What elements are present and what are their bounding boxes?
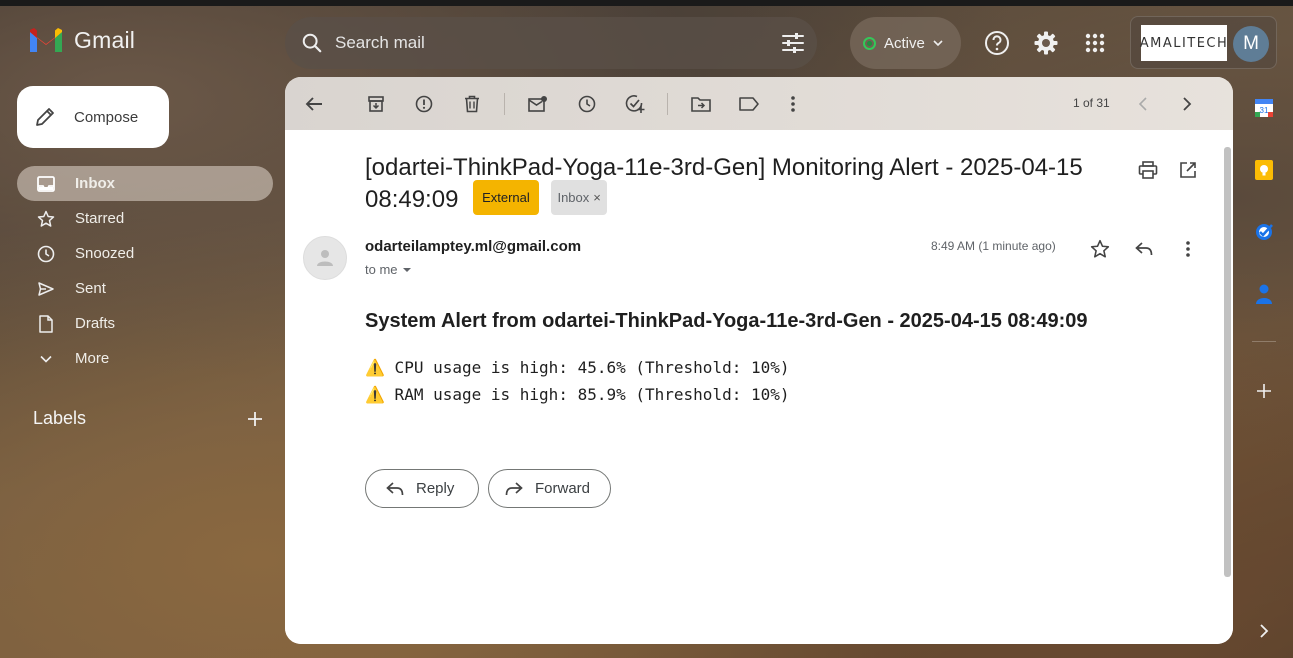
remove-label-icon[interactable]: × [593,190,601,205]
reply-icon [386,481,404,495]
status-selector[interactable]: Active [850,17,961,69]
sidebar-item-label: Inbox [75,175,115,192]
toolbar-divider [504,93,505,115]
recipient-details[interactable]: to me [365,262,412,277]
avatar[interactable]: M [1233,26,1269,62]
more-vert-icon[interactable] [1175,236,1201,262]
archive-icon[interactable] [363,91,389,117]
reply-icon[interactable] [1131,236,1157,262]
add-to-tasks-icon[interactable] [622,91,648,117]
search-options-icon[interactable] [769,32,817,54]
ram-alert-line: ⚠️ RAM usage is high: 85.9% (Threshold: … [365,385,790,404]
status-label: Active [884,34,925,52]
star-icon [37,210,55,228]
external-badge: External [473,180,539,215]
status-dot-icon [863,36,876,50]
alert-title: System Alert from odartei-ThinkPad-Yoga-… [365,310,1088,332]
sidebar-item-drafts[interactable]: Drafts [17,306,273,341]
draft-icon [37,314,55,333]
search-icon[interactable] [301,32,323,54]
scrollbar-thumb[interactable] [1224,147,1231,577]
sidebar-item-label: Sent [75,280,106,297]
tasks-icon[interactable] [1250,218,1278,246]
reply-label: Reply [416,480,455,497]
compose-label: Compose [74,108,139,126]
pencil-icon [36,108,54,126]
account-switcher[interactable]: AMALITECH M [1130,16,1277,69]
newer-chevron-icon[interactable] [1130,91,1156,117]
inbox-label-chip[interactable]: Inbox × [551,180,607,215]
add-label-icon[interactable] [247,411,263,427]
sidebar-nav: Inbox Starred Snoozed Sent Drafts More [17,166,273,376]
org-logo: AMALITECH [1140,25,1227,61]
pagination-count: 1 of 31 [1073,96,1110,110]
toolbar-divider [667,93,668,115]
search-bar[interactable] [285,17,817,69]
message-panel: 1 of 31 [odartei-ThinkPad-Yoga-11e-3rd-G… [285,77,1233,644]
open-new-window-icon[interactable] [1176,158,1200,182]
keep-notes-icon[interactable] [1250,156,1278,184]
label-tag-icon[interactable] [736,91,762,117]
cpu-alert-line: ⚠️ CPU usage is high: 45.6% (Threshold: … [365,358,790,377]
labels-section: Labels [33,408,263,429]
forward-icon [505,481,523,495]
star-icon[interactable] [1087,236,1113,262]
sidebar-item-label: More [75,350,110,367]
side-panel-divider [1252,341,1276,342]
forward-button[interactable]: Forward [488,469,611,508]
scrollbar[interactable] [1223,147,1232,577]
sidebar-item-inbox[interactable]: Inbox [17,166,273,201]
sidebar-item-snoozed[interactable]: Snoozed [17,236,273,271]
chevron-down-icon [933,40,943,47]
gmail-m-icon [30,28,62,52]
message-toolbar: 1 of 31 [285,77,1233,130]
window-top-strip [0,0,1293,6]
forward-label: Forward [535,480,591,497]
older-chevron-icon[interactable] [1174,91,1200,117]
send-icon [37,281,55,297]
person-icon [317,250,333,266]
sender-email[interactable]: odarteilamptey.ml@gmail.com [365,238,581,255]
report-spam-icon[interactable] [411,91,437,117]
move-to-icon[interactable] [688,91,714,117]
email-timestamp: 8:49 AM (1 minute ago) [931,239,1056,253]
search-input[interactable] [335,33,769,53]
labels-heading: Labels [33,408,87,428]
snooze-clock-icon[interactable] [574,91,600,117]
delete-icon[interactable] [459,91,485,117]
back-arrow-icon[interactable] [301,91,327,117]
svg-text:31: 31 [1260,106,1269,115]
help-icon[interactable] [980,26,1014,60]
gmail-logo[interactable]: Gmail [28,26,135,54]
compose-button[interactable]: Compose [17,86,169,148]
reply-button[interactable]: Reply [365,469,479,508]
inbox-label-text: Inbox [557,190,590,205]
contacts-icon[interactable] [1250,280,1278,308]
message-content: [odartei-ThinkPad-Yoga-11e-3rd-Gen] Moni… [285,130,1233,644]
sidebar-item-label: Drafts [75,315,116,332]
recipient-label: to me [365,262,398,277]
sidebar-item-sent[interactable]: Sent [17,271,273,306]
inbox-icon [37,175,55,192]
print-icon[interactable] [1136,158,1160,182]
email-subject: [odartei-ThinkPad-Yoga-11e-3rd-Gen] Moni… [365,152,1125,218]
chevron-down-icon [37,355,55,363]
settings-gear-icon[interactable] [1029,26,1063,60]
more-vert-icon[interactable] [780,91,806,117]
sidebar-item-starred[interactable]: Starred [17,201,273,236]
apps-grid-icon[interactable] [1078,26,1112,60]
mark-unread-icon[interactable] [525,91,551,117]
add-addon-icon[interactable] [1250,377,1278,405]
sidebar-item-label: Starred [75,210,125,227]
sidebar-item-label: Snoozed [75,245,135,262]
caret-down-icon [402,267,411,272]
expand-side-panel-chevron-icon[interactable] [1250,617,1278,645]
app-name: Gmail [74,26,136,53]
sidebar-item-more[interactable]: More [17,341,273,376]
clock-icon [37,245,55,263]
calendar-icon[interactable]: 31 [1250,94,1278,122]
sender-avatar[interactable] [303,236,347,280]
